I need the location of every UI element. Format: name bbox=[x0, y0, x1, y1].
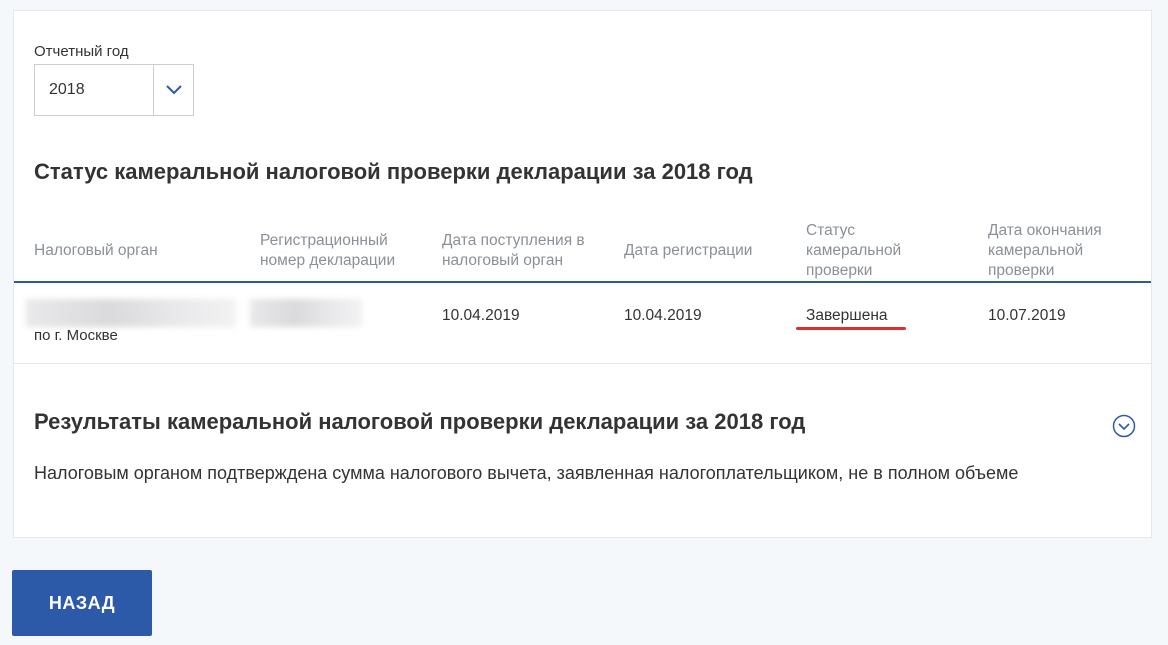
received-date-cell: 10.04.2019 bbox=[442, 307, 520, 324]
year-select[interactable]: 2018 bbox=[34, 64, 194, 116]
redacted-registration-number bbox=[250, 299, 362, 327]
registration-date-cell: 10.04.2019 bbox=[624, 307, 702, 324]
status-section-title: Статус камеральной налоговой проверки де… bbox=[34, 159, 753, 184]
column-header-tax-authority: Налоговый орган bbox=[34, 242, 158, 259]
status-cell: Завершена bbox=[806, 307, 888, 324]
results-section-title: Результаты камеральной налоговой проверк… bbox=[34, 409, 806, 434]
back-button[interactable]: НАЗАД bbox=[12, 570, 152, 636]
column-header-registration-number: Регистрационный номер декларации bbox=[260, 232, 396, 269]
column-header-registration-date: Дата регистрации bbox=[624, 242, 753, 259]
results-text: Налоговым органом подтверждена сумма нал… bbox=[34, 463, 1019, 483]
end-date-cell: 10.07.2019 bbox=[988, 307, 1066, 324]
column-header-status: Статус камеральной проверки bbox=[806, 222, 902, 279]
declaration-status-card: Отчетный год 2018 Статус камеральной нал… bbox=[13, 10, 1152, 538]
chevron-down-icon[interactable] bbox=[154, 65, 194, 115]
status-highlight-underline bbox=[796, 327, 906, 330]
redacted-tax-authority-name bbox=[26, 299, 236, 327]
column-header-end-date: Дата окончания камеральной проверки bbox=[988, 222, 1102, 279]
column-header-received-date: Дата поступления в налоговый орган bbox=[442, 232, 585, 269]
chevron-circle-down-icon[interactable] bbox=[1112, 414, 1136, 438]
year-select-value: 2018 bbox=[49, 81, 85, 98]
table-row: по г. Москве 10.04.2019 10.04.2019 Завер… bbox=[14, 283, 1151, 363]
tax-authority-suffix: по г. Москве bbox=[34, 327, 118, 344]
year-label: Отчетный год bbox=[34, 43, 129, 60]
status-table-header: Налоговый орган Регистрационный номер де… bbox=[14, 216, 1151, 282]
table-row-divider bbox=[14, 363, 1151, 364]
